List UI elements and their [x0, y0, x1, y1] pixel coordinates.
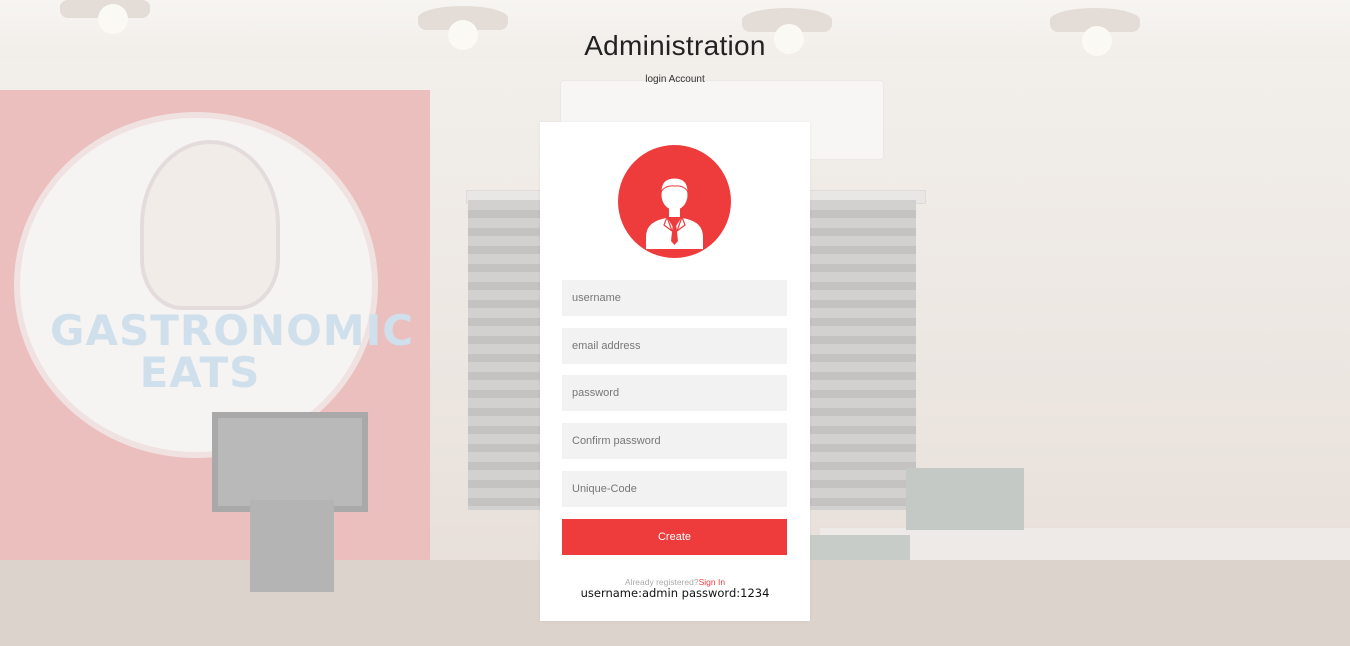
restaurant-sign-text: GASTRONOMIC EATS: [50, 306, 415, 397]
sign-text-line1: GASTRONOMIC: [50, 306, 415, 355]
mascot-logo: [140, 140, 280, 310]
sign-text-line2: EATS: [139, 348, 261, 397]
page-title: Administration: [584, 30, 766, 61]
user-suit-icon: [618, 145, 731, 258]
email-input[interactable]: [562, 328, 787, 364]
beer-crate: [906, 468, 1024, 530]
confirm-password-input[interactable]: [562, 423, 787, 459]
unique-code-input[interactable]: [562, 471, 787, 507]
window-blind: [810, 200, 916, 510]
create-button[interactable]: Create: [562, 519, 787, 555]
credentials-note: username:admin password:1234: [580, 586, 770, 600]
pos-monitor: [212, 412, 368, 512]
username-input[interactable]: [562, 280, 787, 316]
window-blind: [468, 200, 540, 510]
page-subtitle: login Account: [645, 74, 705, 85]
password-input[interactable]: [562, 375, 787, 411]
registration-card: Create Already registered?Sign In userna…: [540, 122, 810, 621]
pos-stand: [250, 500, 334, 592]
